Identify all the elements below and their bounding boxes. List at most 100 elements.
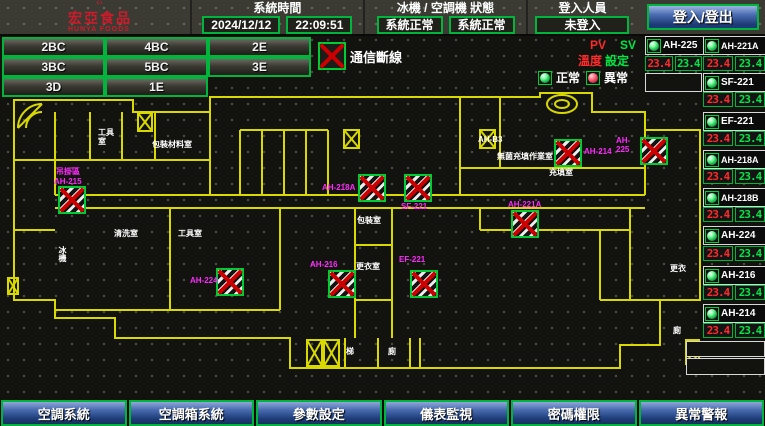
unit-cell-ah225[interactable]: AH-225 [645, 36, 704, 55]
map-room-label: 工具室 [98, 128, 118, 146]
ahu-comm-loss-icon-ah215[interactable] [58, 186, 86, 214]
pv-value: 23.4 [703, 169, 733, 184]
map-room-label: 廁 [673, 326, 681, 335]
map-room-label: AH-B3 [478, 135, 502, 144]
floor-button-4bc[interactable]: 4BC [105, 37, 208, 57]
pv-value: 23.4 [703, 56, 733, 71]
sv-value: 23.4 [735, 207, 765, 222]
unit-name: AH-221A [721, 41, 759, 51]
sv-value: 23.4 [735, 169, 765, 184]
map-label: AH-216 [310, 260, 338, 269]
map-label: SF-221 [401, 202, 427, 211]
pv-value: 23.4 [703, 207, 733, 222]
hunya-logo-icon [85, 0, 115, 5]
floor-button-2e[interactable]: 2E [208, 37, 311, 57]
unit-values-ah218a: 23.4 23.4 [703, 169, 765, 184]
nav-button-hvac-system[interactable]: 空調系統 [1, 400, 127, 426]
brand-title: 宏亞食品 [68, 11, 132, 26]
sv-value: 23.4 [675, 56, 703, 71]
unit-cell-ah214[interactable]: AH-214 [703, 304, 765, 323]
ahu-comm-loss-icon-ah225[interactable] [640, 137, 668, 165]
unit-values-ah216: 23.4 23.4 [703, 285, 765, 300]
nav-button-meter-monitor[interactable]: 儀表監視 [384, 400, 510, 426]
ahu-comm-loss-icon-ef221[interactable] [410, 270, 438, 298]
login-label: 登入人員 [558, 1, 606, 15]
sv-value: 23.4 [735, 56, 765, 71]
status-lamp-icon [705, 39, 719, 53]
floor-button-1e[interactable]: 1E [105, 77, 208, 97]
empty-cell [645, 73, 702, 92]
ahu-comm-loss-icon-ah224[interactable] [216, 268, 244, 296]
status-lamp-icon [705, 76, 719, 90]
pv-desc-legend: 溫度 [578, 52, 602, 69]
status-lamp-icon [705, 191, 719, 205]
system-date-field: 2024/12/12 [202, 16, 280, 34]
ahu-comm-loss-icon-ah216[interactable] [328, 270, 356, 298]
comm-loss-legend-icon [318, 42, 346, 70]
map-room-label: 更衣 [670, 264, 686, 273]
nav-button-alarm[interactable]: 異常警報 [639, 400, 765, 426]
chiller-status-field: 系統正常 [377, 16, 443, 34]
nav-button-ahu-system[interactable]: 空調箱系統 [129, 400, 255, 426]
unit-name: AH-225 [663, 40, 697, 51]
normal-legend-label: 正常 [556, 69, 580, 86]
ahu-comm-loss-icon-ah218a[interactable] [358, 174, 386, 202]
normal-legend: 正常 [538, 69, 580, 86]
unit-name: EF-221 [721, 116, 754, 127]
nav-button-password-auth[interactable]: 密碼權限 [511, 400, 637, 426]
sv-value: 23.4 [735, 92, 765, 107]
login-section: 登入人員 未登入 [526, 0, 636, 34]
map-room-label: 清洗室 [114, 229, 138, 238]
unit-values-sf221: 23.4 23.4 [703, 92, 765, 107]
floor-button-5bc[interactable]: 5BC [105, 57, 208, 77]
map-room-label: 包裝室 [357, 216, 381, 225]
unit-cell-ah218b[interactable]: AH-218B [703, 188, 765, 207]
map-label: AH-224 [190, 276, 218, 285]
ahu-comm-loss-icon-sf221[interactable] [404, 174, 432, 202]
unit-name: SF-221 [721, 77, 754, 88]
ahu-comm-loss-icon-ah214[interactable] [554, 139, 582, 167]
unit-values-ah214: 23.4 23.4 [703, 323, 765, 338]
machine-status-section: 冰機 / 空調機 狀態 系統正常 系統正常 [363, 0, 527, 34]
unit-name: AH-224 [721, 230, 755, 241]
map-label: AH-221A [508, 200, 541, 209]
sv-value: 23.4 [735, 246, 765, 261]
map-label: AH-214 [584, 147, 612, 156]
map-room-label: 更衣室 [356, 262, 380, 271]
abnormal-legend-label: 異常 [604, 69, 628, 86]
status-lamp-icon [705, 115, 719, 129]
floor-button-2bc[interactable]: 2BC [2, 37, 105, 57]
pv-legend: PV [590, 38, 606, 52]
login-status-field: 未登入 [535, 16, 629, 34]
sv-value: 23.4 [735, 285, 765, 300]
bottom-nav-bar: 空調系統 空調箱系統 參數設定 儀表監視 密碼權限 異常警報 [0, 400, 765, 426]
system-time-label: 系統時間 [253, 1, 301, 15]
map-room-label: 充填室 [549, 168, 573, 177]
floor-button-3bc[interactable]: 3BC [2, 57, 105, 77]
unit-cell-ah224[interactable]: AH-224 [703, 226, 765, 245]
unit-cell-ah221a[interactable]: AH-221A [703, 36, 765, 55]
system-clock-field: 22:09:51 [286, 16, 352, 34]
status-lamp-icon [705, 269, 719, 283]
nav-button-parameters[interactable]: 參數設定 [256, 400, 382, 426]
map-label: AH-215 [54, 177, 82, 186]
unit-cell-sf221[interactable]: SF-221 [703, 73, 765, 92]
normal-lamp-icon [538, 71, 552, 85]
floor-button-3d[interactable]: 3D [2, 77, 105, 97]
ahu-comm-loss-icon-ah221a[interactable] [511, 210, 539, 238]
unit-cell-ef221[interactable]: EF-221 [703, 112, 765, 131]
unit-values-ah221a: 23.4 23.4 [703, 56, 765, 71]
brand-logo: 宏亞食品 HUNYA FOODS [0, 0, 190, 34]
unit-values-ef221: 23.4 23.4 [703, 131, 765, 146]
map-room-label: 工具室 [178, 229, 202, 238]
login-logout-button[interactable]: 登入/登出 [647, 4, 759, 30]
sv-desc-legend: 設定 [605, 52, 629, 69]
map-room-label: 廁 [388, 347, 396, 356]
floor-button-3e[interactable]: 3E [208, 57, 311, 77]
unit-cell-ah216[interactable]: AH-216 [703, 266, 765, 285]
pv-value: 23.4 [645, 56, 673, 71]
empty-cell [686, 358, 765, 375]
map-label: EF-221 [399, 255, 425, 264]
pv-value: 23.4 [703, 131, 733, 146]
unit-cell-ah218a[interactable]: AH-218A [703, 150, 765, 169]
